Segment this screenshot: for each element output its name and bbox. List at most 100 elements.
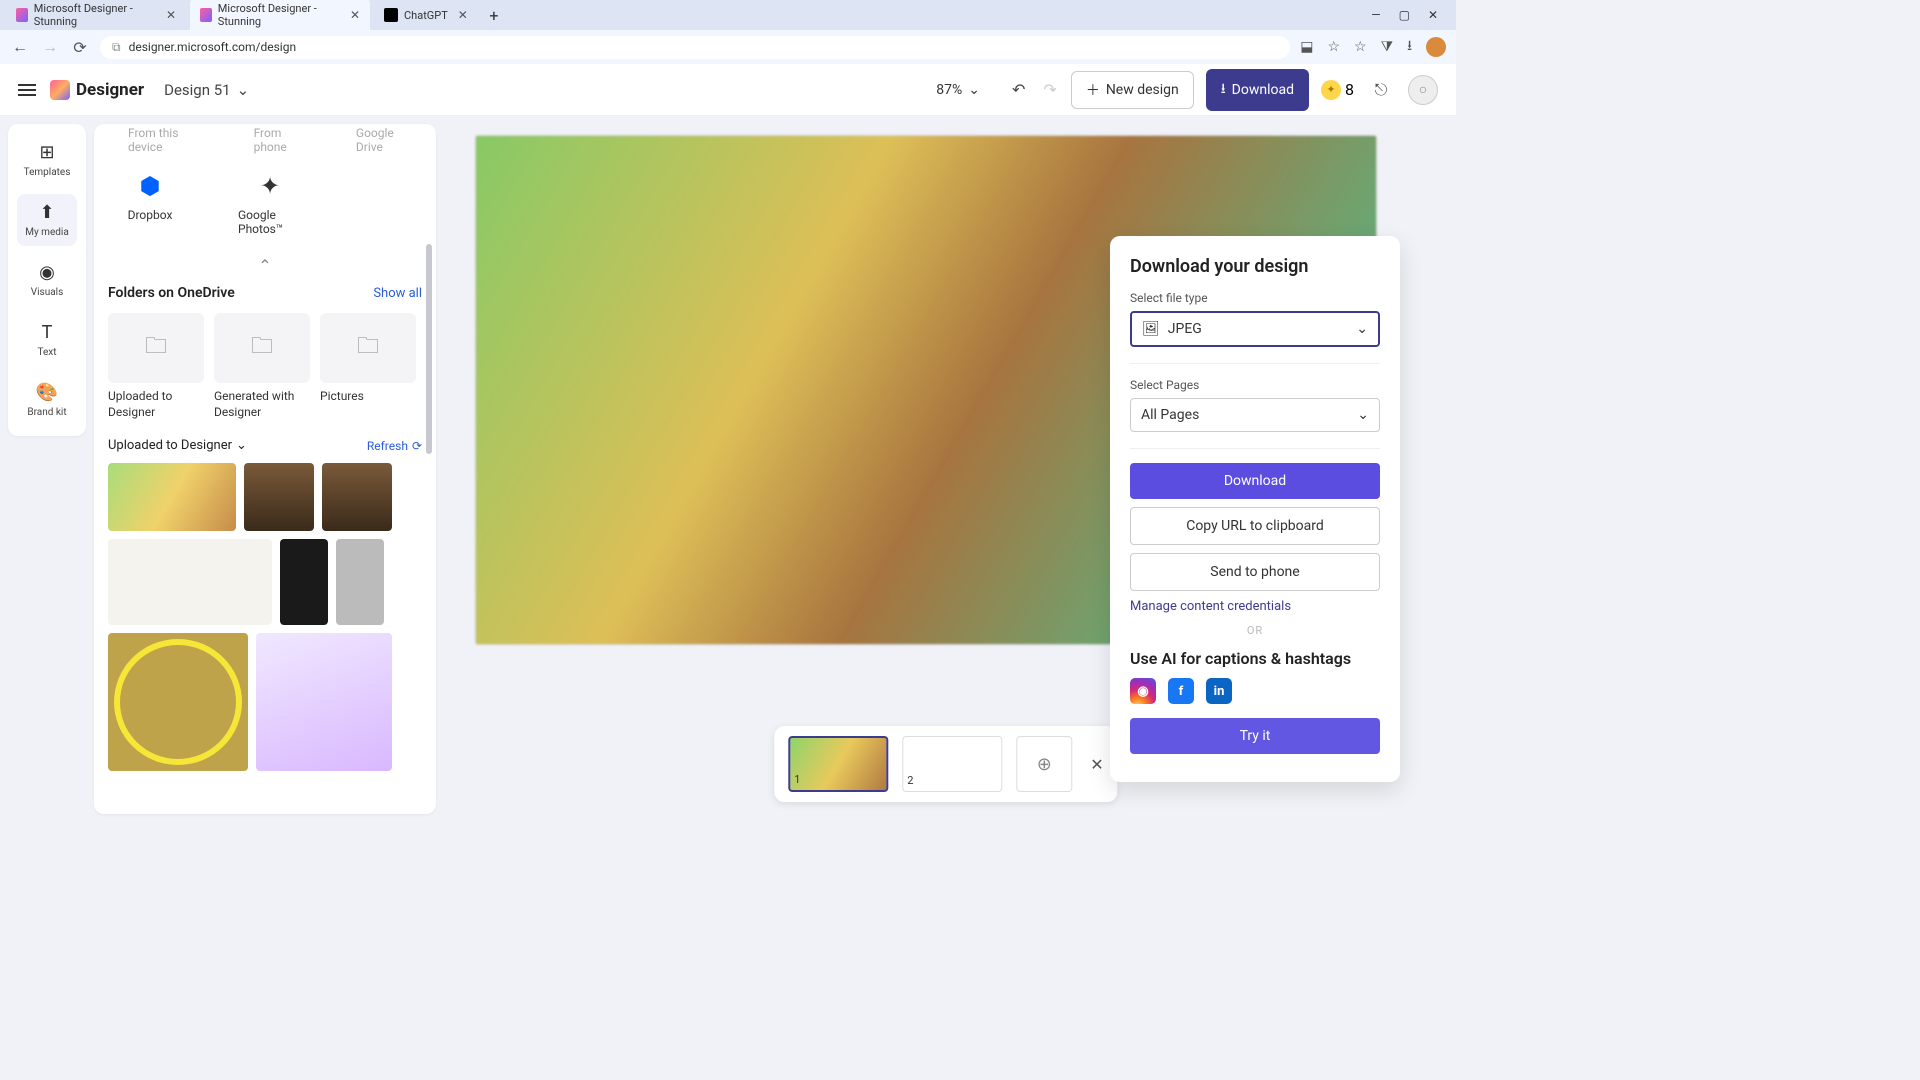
- scrollbar-thumb[interactable]: [426, 244, 432, 454]
- close-window-icon[interactable]: ✕: [1428, 8, 1438, 22]
- page-thumbnail[interactable]: 2: [902, 736, 1002, 792]
- url-text: designer.microsoft.com/design: [129, 40, 297, 54]
- browser-tab[interactable]: ChatGPT ✕: [374, 4, 478, 26]
- media-thumb[interactable]: [108, 633, 248, 771]
- upload-google-drive[interactable]: Google Drive: [356, 126, 422, 154]
- social-row: ◉ f in: [1130, 678, 1380, 704]
- rail-my-media[interactable]: ⬆ My media: [17, 194, 77, 246]
- uploaded-section-head: Uploaded to Designer ⌄ Refresh ⟳: [108, 434, 422, 457]
- download-label: Download: [1232, 82, 1294, 98]
- rail-label: My media: [25, 227, 69, 238]
- rail-label: Text: [37, 347, 56, 358]
- brand-badge-icon: [50, 80, 70, 100]
- chevron-down-icon: ⌄: [1357, 407, 1369, 423]
- brand-logo[interactable]: Designer: [50, 80, 144, 100]
- try-it-button[interactable]: Try it: [1130, 718, 1380, 754]
- page-strip: 1 2 ⊕ ✕: [774, 726, 1117, 802]
- download-icon: ⭳: [1221, 78, 1226, 102]
- chevron-down-icon: ⌄: [236, 438, 247, 453]
- add-page-button[interactable]: ⊕: [1016, 736, 1072, 792]
- app-header: Designer Design 51 ⌄ 87% ⌄ ↶ ↷ ＋ New des…: [0, 64, 1456, 116]
- dropbox-icon: ⬢: [134, 170, 166, 202]
- pages-select[interactable]: All Pages ⌄: [1130, 398, 1380, 432]
- rail-text[interactable]: T Text: [17, 314, 77, 366]
- downloads-icon[interactable]: ⭳: [1407, 35, 1412, 59]
- download-button[interactable]: ⭳ Download: [1206, 69, 1309, 111]
- linkedin-icon[interactable]: in: [1206, 678, 1232, 704]
- install-icon[interactable]: ⬓: [1300, 39, 1313, 55]
- download-action-button[interactable]: Download: [1130, 463, 1380, 499]
- media-thumb[interactable]: [256, 633, 392, 771]
- media-thumb[interactable]: [108, 463, 236, 531]
- media-thumb[interactable]: [336, 539, 384, 625]
- visuals-icon: ◉: [39, 262, 55, 283]
- share-icon[interactable]: ☆: [1327, 39, 1340, 55]
- media-thumb[interactable]: [280, 539, 328, 625]
- credits-count: 8: [1345, 80, 1354, 99]
- tab-bar: Microsoft Designer - Stunning ✕ Microsof…: [0, 0, 1456, 30]
- filetype-value: JPEG: [1168, 321, 1202, 337]
- brand-text: Designer: [76, 80, 144, 100]
- link-icon[interactable]: ⎋: [1366, 75, 1396, 105]
- collapse-button[interactable]: ⌃: [108, 252, 422, 279]
- refresh-button[interactable]: Refresh ⟳: [367, 439, 422, 453]
- rail-templates[interactable]: ⊞ Templates: [17, 134, 77, 186]
- media-thumb[interactable]: [322, 463, 392, 531]
- bookmark-icon[interactable]: ☆: [1354, 39, 1367, 55]
- favicon-designer-icon: [16, 8, 28, 22]
- back-icon[interactable]: ←: [10, 37, 30, 57]
- close-icon[interactable]: ✕: [350, 8, 360, 22]
- undo-icon[interactable]: ↶: [1012, 80, 1025, 99]
- palette-icon: 🎨: [36, 382, 58, 403]
- instagram-icon[interactable]: ◉: [1130, 678, 1156, 704]
- extensions-icon[interactable]: ⧩: [1381, 39, 1394, 55]
- image-icon: 🖼: [1142, 321, 1160, 337]
- uploaded-title-dropdown[interactable]: Uploaded to Designer ⌄: [108, 438, 247, 453]
- media-thumb[interactable]: [244, 463, 314, 531]
- site-info-icon[interactable]: ⧉: [112, 40, 121, 55]
- browser-tab[interactable]: Microsoft Designer - Stunning ✕: [6, 0, 186, 32]
- upload-from-phone[interactable]: From phone: [254, 126, 316, 154]
- profile-avatar-icon[interactable]: [1426, 37, 1446, 57]
- menu-button[interactable]: [18, 84, 36, 96]
- provider-google-photos[interactable]: ✦ Google Photos™: [238, 170, 302, 236]
- provider-label: Dropbox: [128, 208, 173, 222]
- design-title-dropdown[interactable]: Design 51 ⌄: [164, 81, 249, 99]
- folder-icon: 🗀: [145, 329, 167, 367]
- provider-dropbox[interactable]: ⬢ Dropbox: [118, 170, 182, 236]
- send-to-phone-button[interactable]: Send to phone: [1130, 553, 1380, 591]
- minimize-icon[interactable]: —: [1371, 8, 1380, 22]
- url-input[interactable]: ⧉ designer.microsoft.com/design: [100, 36, 1290, 59]
- content-credentials-link[interactable]: Manage content credentials: [1130, 599, 1380, 614]
- maximize-icon[interactable]: ▢: [1399, 8, 1410, 22]
- upload-from-device[interactable]: From this device: [128, 126, 214, 154]
- new-design-button[interactable]: ＋ New design: [1071, 71, 1194, 109]
- account-avatar[interactable]: ○: [1408, 75, 1438, 105]
- text-icon: T: [42, 322, 53, 343]
- folder-icon: 🗀: [357, 329, 379, 367]
- rail-visuals[interactable]: ◉ Visuals: [17, 254, 77, 306]
- facebook-icon[interactable]: f: [1168, 678, 1194, 704]
- close-strip-button[interactable]: ✕: [1090, 755, 1103, 774]
- reload-icon[interactable]: ⟳: [70, 38, 90, 57]
- pages-value: All Pages: [1141, 407, 1199, 423]
- credits-counter[interactable]: ✦ 8: [1321, 80, 1354, 100]
- new-tab-button[interactable]: +: [482, 6, 506, 25]
- download-panel: Download your design Select file type 🖼 …: [1110, 236, 1400, 782]
- media-thumb[interactable]: [108, 539, 272, 625]
- page-thumbnail[interactable]: 1: [788, 736, 888, 792]
- close-icon[interactable]: ✕: [458, 8, 468, 22]
- show-all-link[interactable]: Show all: [373, 286, 422, 301]
- close-icon[interactable]: ✕: [166, 8, 176, 22]
- folder-item[interactable]: 🗀 Uploaded to Designer: [108, 313, 204, 420]
- copy-url-button[interactable]: Copy URL to clipboard: [1130, 507, 1380, 545]
- folder-item[interactable]: 🗀 Pictures: [320, 313, 416, 420]
- browser-tab[interactable]: Microsoft Designer - Stunning ✕: [190, 0, 370, 32]
- folder-item[interactable]: 🗀 Generated with Designer: [214, 313, 310, 420]
- rail-brand-kit[interactable]: 🎨 Brand kit: [17, 374, 77, 426]
- tab-title: Microsoft Designer - Stunning: [218, 2, 340, 28]
- chevron-down-icon: ⌄: [1356, 321, 1368, 337]
- zoom-dropdown[interactable]: 87% ⌄: [936, 82, 980, 98]
- chevron-down-icon: ⌄: [968, 82, 980, 98]
- filetype-select[interactable]: 🖼 JPEG ⌄: [1130, 311, 1380, 347]
